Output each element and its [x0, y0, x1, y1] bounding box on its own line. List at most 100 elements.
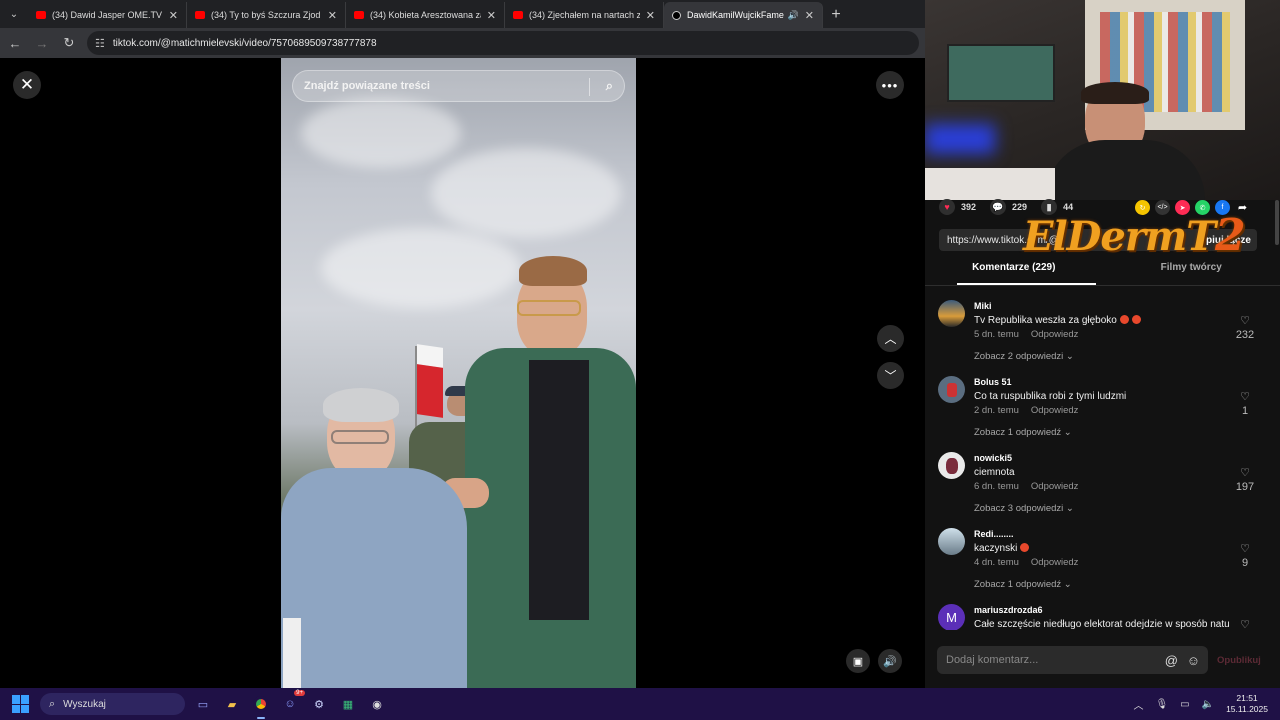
browser-tab-1[interactable]: (34) Dawid Jasper OME.TV #21 ✕ [28, 2, 187, 28]
comment-like[interactable]: ♡ 1 [1230, 390, 1260, 417]
comment-text: ciemnota [974, 467, 1015, 478]
file-explorer-icon[interactable]: ▰ [221, 693, 243, 715]
windows-taskbar: ⌕ Wyszukaj ▭ ▰ ☺ 9+ ⚙ ▦ ◉ ︿ 🎙 ▭ 🔈 21:51 1… [0, 688, 1280, 720]
clock[interactable]: 21:51 15.11.2025 [1226, 693, 1268, 715]
youtube-icon [195, 11, 205, 19]
tab-close-icon[interactable]: ✕ [487, 9, 496, 22]
chevron-up-icon[interactable]: ︿ [877, 325, 904, 352]
comment-like-count: 9 [1241, 557, 1249, 569]
tab-comments[interactable]: Komentarze (229) [925, 262, 1103, 284]
url-field[interactable]: ☷ tiktok.com/@matichmielevski/video/7570… [87, 31, 919, 55]
avatar[interactable] [938, 528, 965, 555]
obs-icon[interactable]: ◉ [366, 693, 388, 715]
view-replies-button[interactable]: Zobacz 3 odpowiedzi ⌄ [974, 503, 1074, 514]
view-replies-button[interactable]: Zobacz 1 odpowiedź ⌄ [974, 427, 1072, 438]
steam-icon[interactable]: ⚙ [308, 693, 330, 715]
reply-button[interactable]: Odpowiedz [1031, 557, 1079, 568]
reply-button[interactable]: Odpowiedz [1031, 405, 1079, 416]
system-tray: ︿ 🎙 ▭ 🔈 21:51 15.11.2025 [1133, 688, 1280, 720]
view-replies-button[interactable]: Zobacz 2 odpowiedzi ⌄ [974, 351, 1074, 362]
speaker-icon[interactable]: 🔈 [1202, 699, 1214, 710]
man-hair [519, 256, 587, 286]
avatar[interactable] [938, 300, 965, 327]
comment-username[interactable]: Redi........ [974, 529, 1014, 539]
new-tab-button[interactable]: + [823, 2, 849, 28]
taskbar-search[interactable]: ⌕ Wyszukaj [40, 693, 185, 715]
tab-close-icon[interactable]: ✕ [328, 9, 337, 22]
comment-username[interactable]: mariuszdrozda6 [974, 605, 1043, 615]
comment-like[interactable]: ♡ 232 [1230, 314, 1260, 341]
chevron-down-icon: ⌄ [1065, 351, 1074, 362]
speaker-icon[interactable]: 🔊 [788, 10, 799, 21]
comment-like[interactable]: ♡ [1230, 618, 1260, 630]
windows-start-icon[interactable] [12, 695, 30, 713]
chrome-icon[interactable] [250, 693, 272, 719]
discord-icon[interactable]: ☺ 9+ [279, 690, 305, 715]
microphone-icon[interactable]: 🎙 [1155, 699, 1168, 710]
heart-outline-icon[interactable]: ♡ [1240, 467, 1250, 479]
volume-icon[interactable]: 🔊 [878, 649, 902, 673]
url-text: tiktok.com/@matichmielevski/video/757068… [112, 37, 377, 49]
tab-close-icon[interactable]: ✕ [646, 9, 655, 22]
heart-outline-icon[interactable]: ♡ [1240, 619, 1250, 630]
avatar[interactable] [938, 376, 965, 403]
likes-stat[interactable]: ♥ 392 [939, 199, 976, 215]
browser-tab-4[interactable]: (34) Zjechałem na nartach z Mo ✕ [505, 2, 664, 28]
comment-like[interactable]: ♡ 9 [1230, 542, 1260, 569]
comment-input[interactable]: Dodaj komentarz... @ ☺ [937, 646, 1208, 674]
reload-button[interactable]: ↻ [57, 31, 81, 55]
comment-like[interactable]: ♡ 197 [1230, 466, 1260, 493]
comments-stat[interactable]: 💬 229 [990, 199, 1027, 215]
chevron-down-icon[interactable]: ﹀ [877, 362, 904, 389]
search-icon: ⌕ [49, 697, 56, 710]
tab-title: (34) Zjechałem na nartach z Mo [529, 10, 640, 20]
back-button[interactable]: ← [3, 31, 27, 55]
heart-icon[interactable]: ♥ [939, 199, 955, 215]
heart-outline-icon[interactable]: ♡ [1240, 391, 1250, 403]
comment-username[interactable]: Bolus 51 [974, 377, 1012, 387]
forward-button[interactable]: → [30, 31, 54, 55]
comment-time: 2 dn. temu [974, 405, 1019, 416]
close-icon[interactable]: ✕ [13, 71, 41, 99]
browser-tab-3[interactable]: (34) Kobieta Aresztowana za Uj ✕ [346, 2, 505, 28]
tab-search-menu-button[interactable]: ⌄ [0, 0, 28, 28]
related-content-search[interactable]: Znajdź powiązane treści ⌕ [292, 70, 625, 102]
comment-meta: 5 dn. temu Odpowiedz [974, 329, 1078, 340]
reply-button[interactable]: Odpowiedz [1031, 481, 1079, 492]
view-replies-button[interactable]: Zobacz 1 odpowiedź ⌄ [974, 579, 1072, 590]
flag-red [417, 364, 443, 418]
youtube-icon [513, 11, 523, 19]
comment-icon[interactable]: 💬 [990, 199, 1007, 215]
site-settings-icon[interactable]: ☷ [95, 37, 105, 50]
reply-button[interactable]: Odpowiedz [1031, 329, 1079, 340]
heart-outline-icon[interactable]: ♡ [1240, 315, 1250, 327]
heart-outline-icon[interactable]: ♡ [1240, 543, 1250, 555]
panel-tabs: Komentarze (229) Filmy twórcy [925, 262, 1280, 285]
browser-tab-5-active[interactable]: DawidKamilWujcikFameMr 🔊 ✕ [664, 2, 823, 28]
likes-count: 392 [961, 202, 977, 212]
mention-icon[interactable]: @ [1165, 653, 1178, 668]
emoji-picker-icon[interactable]: ☺ [1187, 653, 1200, 668]
tab-creator-videos[interactable]: Filmy twórcy [1103, 262, 1280, 284]
network-icon[interactable]: ▭ [1180, 699, 1189, 710]
avatar[interactable] [938, 452, 965, 479]
more-options-icon[interactable]: ••• [876, 71, 904, 99]
browser-tab-2[interactable]: (34) Ty to byś Szczura Zjod | Sp ✕ [187, 2, 346, 28]
tab-close-icon[interactable]: ✕ [169, 9, 178, 22]
tab-close-icon[interactable]: ✕ [805, 9, 814, 22]
blue-light [925, 124, 995, 154]
video-frame[interactable]: Znajdź powiązane treści ⌕ [281, 58, 636, 688]
avatar[interactable]: M [938, 604, 965, 630]
task-view-icon[interactable]: ▭ [192, 693, 214, 715]
excel-icon[interactable]: ▦ [337, 693, 359, 715]
mini-player-icon[interactable]: ▣ [846, 649, 870, 673]
comment-username[interactable]: nowicki5 [974, 453, 1012, 463]
chevron-up-icon[interactable]: ︿ [1133, 697, 1143, 712]
comment-text: Całe szczęście niedługo elektorat odejdz… [974, 619, 1230, 630]
comment-username[interactable]: Miki [974, 301, 992, 311]
publish-button[interactable]: Opublikuj [1217, 655, 1261, 666]
search-icon[interactable]: ⌕ [606, 78, 613, 94]
panel-scrollbar[interactable] [1275, 200, 1279, 245]
view-replies-label: Zobacz 1 odpowiedź [974, 427, 1062, 438]
view-replies-label: Zobacz 1 odpowiedź [974, 579, 1062, 590]
